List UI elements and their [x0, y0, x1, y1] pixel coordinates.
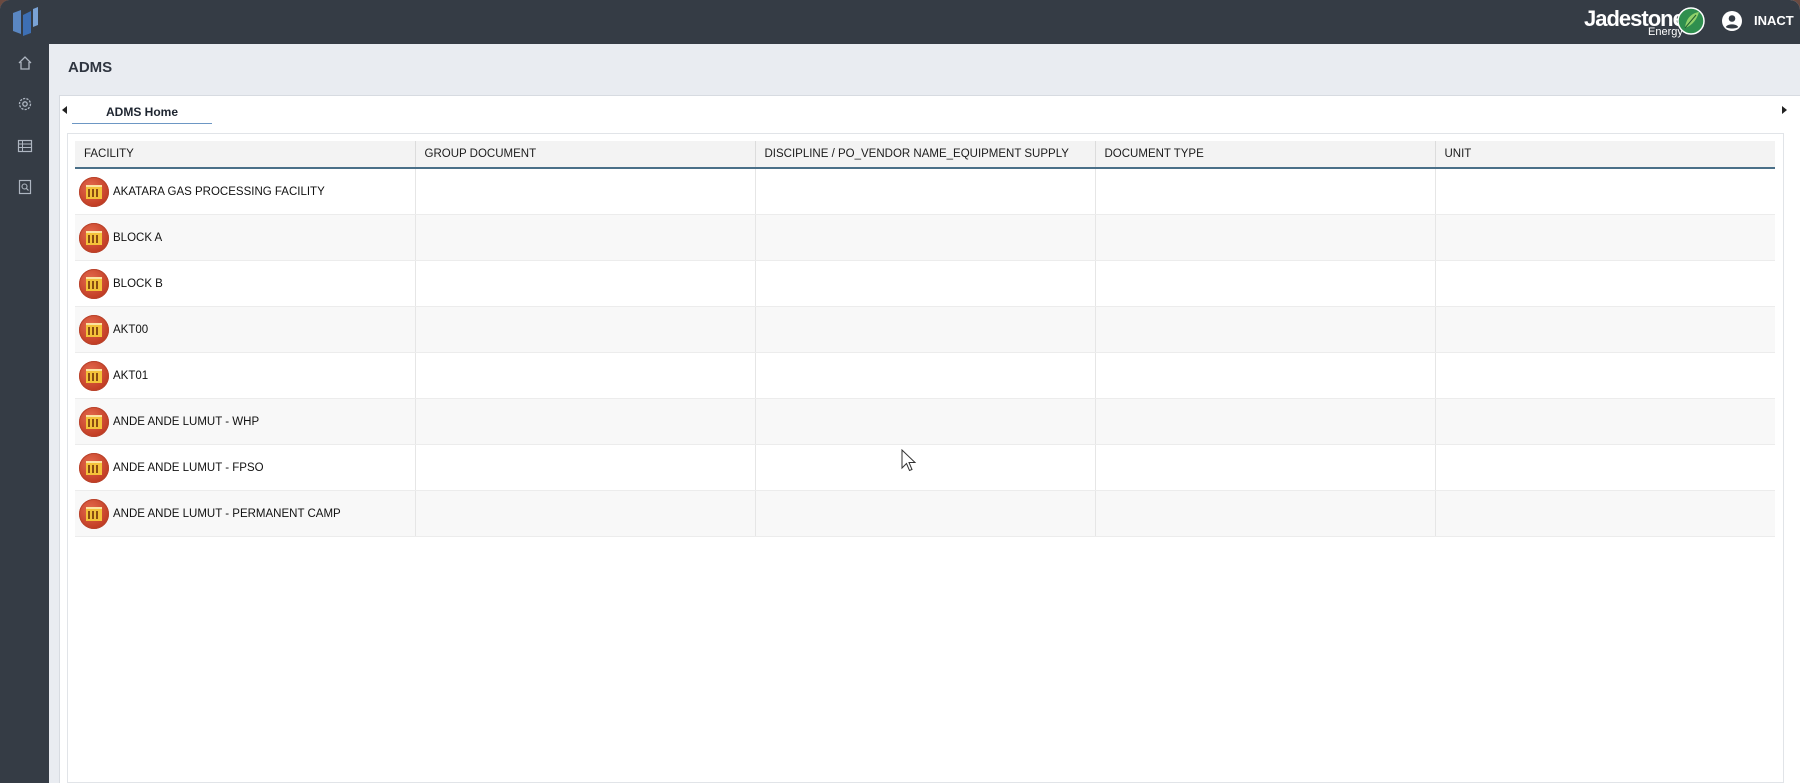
document-type-cell[interactable]	[1095, 398, 1436, 445]
facility-icon	[79, 360, 109, 391]
column-header-group-document[interactable]: GROUP DOCUMENT	[415, 141, 756, 169]
group-document-cell[interactable]	[415, 260, 756, 307]
table-row[interactable]: ANDE ANDE LUMUT - FPSO	[75, 444, 1775, 491]
app-logo-icon[interactable]	[11, 7, 39, 37]
table-row[interactable]: BLOCK B	[75, 260, 1775, 307]
user-name-label[interactable]: INACT	[1754, 13, 1794, 28]
facility-icon	[79, 314, 109, 345]
tab-adms-home[interactable]: ADMS Home	[72, 103, 212, 124]
grid-header-row: FACILITY GROUP DOCUMENT DISCIPLINE / PO_…	[75, 141, 1775, 169]
facility-cell[interactable]: ANDE ANDE LUMUT - FPSO	[75, 444, 416, 491]
facility-cell[interactable]: BLOCK B	[75, 260, 416, 307]
group-document-cell[interactable]	[415, 398, 756, 445]
discipline-cell[interactable]	[755, 444, 1096, 491]
document-type-cell[interactable]	[1095, 168, 1436, 215]
document-type-cell[interactable]	[1095, 306, 1436, 353]
unit-cell[interactable]	[1435, 306, 1775, 353]
table-row[interactable]: ANDE ANDE LUMUT - PERMANENT CAMP	[75, 490, 1775, 537]
facility-cell[interactable]: BLOCK A	[75, 214, 416, 261]
top-bar	[0, 0, 1800, 44]
discipline-cell[interactable]	[755, 306, 1096, 353]
sidebar	[0, 0, 49, 783]
facility-cell[interactable]: AKATARA GAS PROCESSING FACILITY	[75, 168, 416, 215]
document-type-cell[interactable]	[1095, 490, 1436, 537]
group-document-cell[interactable]	[415, 214, 756, 261]
unit-cell[interactable]	[1435, 260, 1775, 307]
discipline-cell[interactable]	[755, 260, 1096, 307]
group-document-cell[interactable]	[415, 444, 756, 491]
unit-cell[interactable]	[1435, 490, 1775, 537]
group-document-cell[interactable]	[415, 352, 756, 399]
document-type-cell[interactable]	[1095, 444, 1436, 491]
facility-icon	[79, 222, 109, 253]
mouse-pointer-icon	[901, 449, 917, 472]
column-header-facility[interactable]: FACILITY	[75, 141, 416, 169]
settings-gear-icon[interactable]	[16, 95, 34, 113]
discipline-cell[interactable]	[755, 352, 1096, 399]
facility-label: AKT01	[113, 369, 149, 382]
grid-list-icon[interactable]	[16, 137, 34, 155]
facility-grid: FACILITY GROUP DOCUMENT DISCIPLINE / PO_…	[75, 141, 1775, 537]
discipline-cell[interactable]	[755, 398, 1096, 445]
unit-cell[interactable]	[1435, 168, 1775, 215]
discipline-cell[interactable]	[755, 214, 1096, 261]
document-search-icon[interactable]	[16, 178, 34, 196]
group-document-cell[interactable]	[415, 168, 756, 215]
facility-icon	[79, 268, 109, 299]
facility-label: BLOCK B	[113, 277, 163, 290]
facility-label: BLOCK A	[113, 231, 163, 244]
page-title: ADMS	[68, 59, 113, 76]
table-row[interactable]: AKATARA GAS PROCESSING FACILITY	[75, 168, 1775, 215]
group-document-cell[interactable]	[415, 306, 756, 353]
group-document-cell[interactable]	[415, 490, 756, 537]
facility-label: AKATARA GAS PROCESSING FACILITY	[113, 185, 325, 198]
facility-label: ANDE ANDE LUMUT - WHP	[113, 415, 260, 428]
discipline-cell[interactable]	[755, 168, 1096, 215]
table-row[interactable]: AKT01	[75, 352, 1775, 399]
discipline-cell[interactable]	[755, 490, 1096, 537]
facility-cell[interactable]: AKT00	[75, 306, 416, 353]
unit-cell[interactable]	[1435, 398, 1775, 445]
table-row[interactable]: BLOCK A	[75, 214, 1775, 261]
facility-icon	[79, 406, 109, 437]
column-header-document-type[interactable]: DOCUMENT TYPE	[1095, 141, 1436, 169]
facility-cell[interactable]: AKT01	[75, 352, 416, 399]
column-header-discipline[interactable]: DISCIPLINE / PO_VENDOR NAME_EQUIPMENT SU…	[755, 141, 1096, 169]
app-window: Jadestone Energy INACT ADMS ADMS Home FA…	[0, 0, 1800, 783]
facility-icon	[79, 452, 109, 483]
facility-label: AKT00	[113, 323, 149, 336]
user-account-icon[interactable]	[1721, 10, 1743, 32]
unit-cell[interactable]	[1435, 214, 1775, 261]
facility-cell[interactable]: ANDE ANDE LUMUT - WHP	[75, 398, 416, 445]
facility-label: ANDE ANDE LUMUT - FPSO	[113, 461, 264, 474]
table-row[interactable]: AKT00	[75, 306, 1775, 353]
facility-label: ANDE ANDE LUMUT - PERMANENT CAMP	[113, 507, 341, 520]
home-icon[interactable]	[16, 54, 34, 72]
tab-scroll-left-icon[interactable]	[62, 106, 67, 114]
brand-logo: Jadestone Energy	[1584, 4, 1705, 40]
column-header-unit[interactable]: UNIT	[1435, 141, 1775, 169]
document-type-cell[interactable]	[1095, 260, 1436, 307]
document-type-cell[interactable]	[1095, 352, 1436, 399]
table-row[interactable]: ANDE ANDE LUMUT - WHP	[75, 398, 1775, 445]
facility-icon	[79, 176, 109, 207]
leaf-logo-icon	[1677, 7, 1705, 35]
document-type-cell[interactable]	[1095, 214, 1436, 261]
unit-cell[interactable]	[1435, 444, 1775, 491]
facility-cell[interactable]: ANDE ANDE LUMUT - PERMANENT CAMP	[75, 490, 416, 537]
facility-icon	[79, 498, 109, 529]
tab-scroll-right-icon[interactable]	[1782, 106, 1787, 114]
unit-cell[interactable]	[1435, 352, 1775, 399]
